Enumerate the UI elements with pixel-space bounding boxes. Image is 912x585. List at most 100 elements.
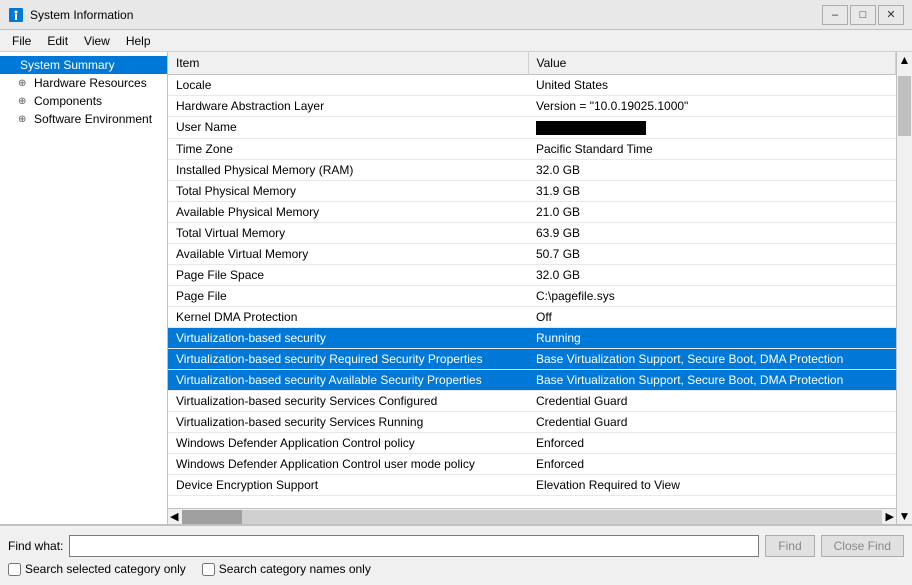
cell-value: C:\pagefile.sys — [528, 285, 896, 306]
cell-value: Running — [528, 327, 896, 348]
cell-item: Page File — [168, 285, 528, 306]
cell-item: Available Physical Memory — [168, 201, 528, 222]
sidebar-item-software-environment[interactable]: ⊕Software Environment — [0, 110, 167, 128]
find-button[interactable]: Find — [765, 535, 814, 557]
table-row[interactable]: User Name — [168, 117, 896, 139]
search-selected-category-label: Search selected category only — [8, 562, 186, 576]
menu-item-edit[interactable]: Edit — [39, 32, 76, 50]
cell-value: Elevation Required to View — [528, 474, 896, 495]
table-row[interactable]: Virtualization-based security Services C… — [168, 390, 896, 411]
close-button[interactable]: ✕ — [878, 5, 904, 25]
app-icon — [8, 7, 24, 23]
table-row[interactable]: Total Virtual Memory63.9 GB — [168, 222, 896, 243]
table-row[interactable]: Virtualization-based security Available … — [168, 369, 896, 390]
search-category-names-label: Search category names only — [202, 562, 371, 576]
find-bar: Find what: Find Close Find Search select… — [0, 525, 912, 585]
table-row[interactable]: Available Virtual Memory50.7 GB — [168, 243, 896, 264]
find-row: Find what: Find Close Find — [8, 535, 904, 557]
table-row[interactable]: Hardware Abstraction LayerVersion = "10.… — [168, 96, 896, 117]
cell-item: Windows Defender Application Control use… — [168, 453, 528, 474]
find-input[interactable] — [69, 535, 759, 557]
cell-value — [528, 117, 896, 139]
cell-item: Virtualization-based security Services C… — [168, 390, 528, 411]
scroll-left-btn[interactable]: ◀ — [168, 510, 180, 523]
menu-item-help[interactable]: Help — [118, 32, 159, 50]
cell-value: 63.9 GB — [528, 222, 896, 243]
table-row[interactable]: Total Physical Memory31.9 GB — [168, 180, 896, 201]
content-area: Item Value LocaleUnited StatesHardware A… — [168, 52, 896, 524]
h-scroll-track[interactable] — [182, 510, 881, 524]
cell-value: 32.0 GB — [528, 159, 896, 180]
window-title: System Information — [30, 8, 822, 22]
horizontal-scrollbar[interactable]: ◀ ▶ — [168, 508, 896, 524]
search-selected-category-checkbox[interactable] — [8, 563, 21, 576]
table-row[interactable]: Device Encryption SupportElevation Requi… — [168, 474, 896, 495]
h-scroll-thumb[interactable] — [182, 510, 242, 524]
table-row[interactable]: Windows Defender Application Control pol… — [168, 432, 896, 453]
cell-item: Virtualization-based security Required S… — [168, 348, 528, 369]
cell-item: Windows Defender Application Control pol… — [168, 432, 528, 453]
cell-item: Kernel DMA Protection — [168, 306, 528, 327]
menu-item-view[interactable]: View — [76, 32, 118, 50]
sidebar-item-hardware-resources[interactable]: ⊕Hardware Resources — [0, 74, 167, 92]
sidebar-item-components[interactable]: ⊕Components — [0, 92, 167, 110]
sidebar-label: Hardware Resources — [34, 76, 147, 90]
cell-item: Total Physical Memory — [168, 180, 528, 201]
cell-value: 32.0 GB — [528, 264, 896, 285]
window-controls: – □ ✕ — [822, 5, 904, 25]
cell-item: Available Virtual Memory — [168, 243, 528, 264]
sidebar-label: System Summary — [20, 58, 115, 72]
menu-item-file[interactable]: File — [4, 32, 39, 50]
table-row[interactable]: LocaleUnited States — [168, 75, 896, 96]
vertical-scrollbar[interactable]: ▲ ▼ — [896, 52, 912, 524]
cell-value: Base Virtualization Support, Secure Boot… — [528, 369, 896, 390]
table-row[interactable]: Available Physical Memory21.0 GB — [168, 201, 896, 222]
table-row[interactable]: Installed Physical Memory (RAM)32.0 GB — [168, 159, 896, 180]
redacted-value — [536, 121, 646, 135]
cell-value: Credential Guard — [528, 411, 896, 432]
cell-value: Off — [528, 306, 896, 327]
info-table: Item Value LocaleUnited StatesHardware A… — [168, 52, 896, 496]
cell-value: Credential Guard — [528, 390, 896, 411]
maximize-button[interactable]: □ — [850, 5, 876, 25]
table-header-row: Item Value — [168, 52, 896, 75]
close-find-button[interactable]: Close Find — [821, 535, 904, 557]
expander-icon: ⊕ — [18, 96, 32, 107]
cell-item: Page File Space — [168, 264, 528, 285]
table-row[interactable]: Kernel DMA ProtectionOff — [168, 306, 896, 327]
scroll-up-btn[interactable]: ▲ — [897, 52, 912, 68]
minimize-button[interactable]: – — [822, 5, 848, 25]
cell-value: Version = "10.0.19025.1000" — [528, 96, 896, 117]
sidebar-item-system-summary[interactable]: System Summary — [0, 56, 167, 74]
menu-bar: FileEditViewHelp — [0, 30, 912, 52]
cell-value: 31.9 GB — [528, 180, 896, 201]
table-row[interactable]: Virtualization-based securityRunning — [168, 327, 896, 348]
table-row[interactable]: Windows Defender Application Control use… — [168, 453, 896, 474]
table-row[interactable]: Virtualization-based security Required S… — [168, 348, 896, 369]
cell-item: Hardware Abstraction Layer — [168, 96, 528, 117]
sidebar-label: Components — [34, 94, 102, 108]
scroll-down-btn[interactable]: ▼ — [897, 508, 912, 524]
table-row[interactable]: Page FileC:\pagefile.sys — [168, 285, 896, 306]
col-header-value: Value — [528, 52, 896, 75]
table-row[interactable]: Page File Space32.0 GB — [168, 264, 896, 285]
cell-value: Base Virtualization Support, Secure Boot… — [528, 348, 896, 369]
table-row[interactable]: Virtualization-based security Services R… — [168, 411, 896, 432]
data-table: Item Value LocaleUnited StatesHardware A… — [168, 52, 896, 508]
scroll-right-btn[interactable]: ▶ — [884, 510, 896, 523]
main-area: System Summary⊕Hardware Resources⊕Compon… — [0, 52, 912, 525]
cell-value: United States — [528, 75, 896, 96]
cell-value: Enforced — [528, 432, 896, 453]
cell-value: Enforced — [528, 453, 896, 474]
v-scroll-thumb[interactable] — [898, 76, 911, 136]
table-row[interactable]: Time ZonePacific Standard Time — [168, 138, 896, 159]
check-row: Search selected category only Search cat… — [8, 562, 904, 576]
title-bar: System Information – □ ✕ — [0, 0, 912, 30]
cell-value: Pacific Standard Time — [528, 138, 896, 159]
cell-value: 50.7 GB — [528, 243, 896, 264]
cell-value: 21.0 GB — [528, 201, 896, 222]
sidebar: System Summary⊕Hardware Resources⊕Compon… — [0, 52, 168, 524]
search-category-names-checkbox[interactable] — [202, 563, 215, 576]
col-header-item: Item — [168, 52, 528, 75]
cell-item: Locale — [168, 75, 528, 96]
